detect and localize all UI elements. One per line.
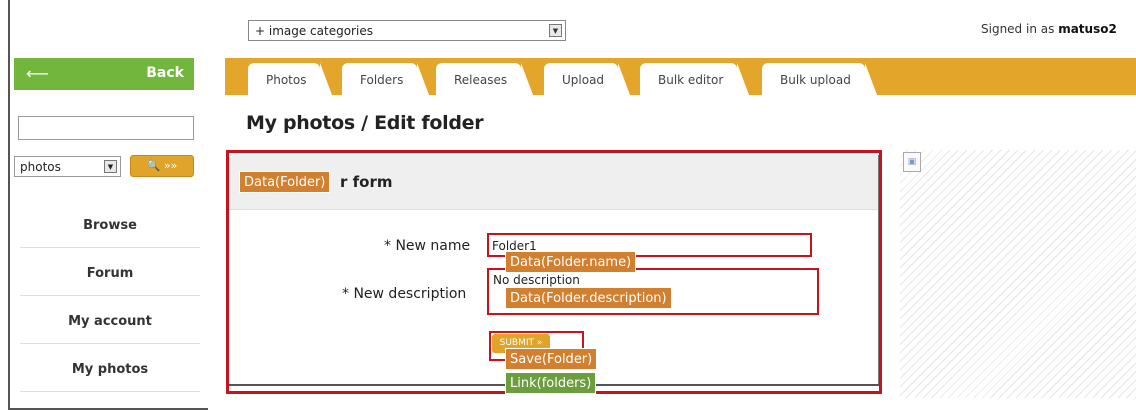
sidebar-item-browse[interactable]: Browse <box>20 204 200 248</box>
back-arrow-icon: ⟵ <box>26 64 49 83</box>
username[interactable]: matuso2 <box>1058 22 1117 36</box>
broken-image-icon: ▣ <box>903 152 921 172</box>
sidebar-item-my-account[interactable]: My account <box>20 300 200 344</box>
search-scope-value: photos <box>20 160 61 174</box>
annotation-data-folder-name: Data(Folder.name) <box>505 251 637 273</box>
tab-upload[interactable]: Upload <box>544 63 631 95</box>
image-categories-select[interactable]: + image categories ▼ <box>248 20 566 41</box>
page-title: My photos / Edit folder <box>246 112 484 134</box>
annotation-data-folder: Data(Folder) <box>239 171 331 193</box>
chevron-down-icon[interactable]: ▼ <box>549 24 562 37</box>
magnifier-icon: 🔍 <box>146 159 161 172</box>
frame-border-left <box>8 0 10 410</box>
tab-releases[interactable]: Releases <box>436 63 534 95</box>
signed-in-status: Signed in as matuso2 <box>981 22 1117 36</box>
form-header-title: r form <box>340 173 393 191</box>
tab-folders[interactable]: Folders <box>342 63 430 95</box>
chevron-down-icon[interactable]: ▼ <box>104 160 117 173</box>
back-button[interactable]: ⟵ Back <box>14 58 194 90</box>
tab-bulk-editor[interactable]: Bulk editor <box>640 63 750 95</box>
folder-preview-area <box>900 150 1136 398</box>
new-name-label: * New name <box>384 238 471 254</box>
annotation-data-folder-description: Data(Folder.description) <box>505 287 672 309</box>
form-divider <box>878 155 879 385</box>
search-button-label: »» <box>163 159 178 172</box>
sidebar-item-forum[interactable]: Forum <box>20 252 200 296</box>
new-description-label: * New description <box>342 286 467 302</box>
search-button[interactable]: 🔍 »» <box>130 155 194 177</box>
annotation-save-folder: Save(Folder) <box>505 348 598 370</box>
tab-bulk-upload[interactable]: Bulk upload <box>762 63 877 95</box>
image-categories-value: + image categories <box>255 24 373 38</box>
tab-photos[interactable]: Photos <box>248 63 334 95</box>
sidebar-item-my-photos[interactable]: My photos <box>20 348 200 392</box>
signed-in-prefix: Signed in as <box>981 22 1055 36</box>
back-label: Back <box>146 65 184 81</box>
sidebar-search-input[interactable] <box>18 116 194 140</box>
search-scope-select[interactable]: photos ▼ <box>14 156 121 177</box>
annotation-link-folders: Link(folders) <box>505 372 597 394</box>
